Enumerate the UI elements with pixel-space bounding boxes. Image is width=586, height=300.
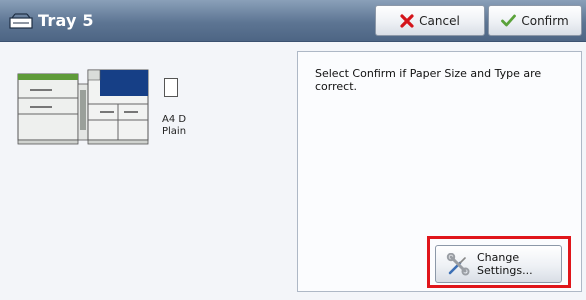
highlight-box [427, 236, 571, 288]
paper-type-label: Plain [162, 126, 187, 137]
cancel-button[interactable]: Cancel [375, 5, 485, 36]
window-title: Tray 5 [38, 11, 94, 30]
confirm-button[interactable]: Confirm [488, 5, 582, 36]
instruction-message: Select Confirm if Paper Size and Type ar… [315, 67, 542, 93]
printer-machine-illustration [17, 69, 149, 145]
confirm-button-label: Confirm [521, 13, 569, 28]
tray-icon [9, 13, 33, 29]
cancel-button-label: Cancel [419, 13, 460, 28]
green-check-icon [501, 14, 517, 27]
tray-settings-screen: Tray 5 Cancel Confirm A4 D Plain Select … [0, 0, 586, 300]
paper-size-icon [164, 78, 178, 97]
title-bar: Tray 5 Cancel Confirm [0, 0, 586, 42]
paper-size-label: A4 D [162, 114, 187, 125]
red-x-icon [400, 13, 414, 28]
